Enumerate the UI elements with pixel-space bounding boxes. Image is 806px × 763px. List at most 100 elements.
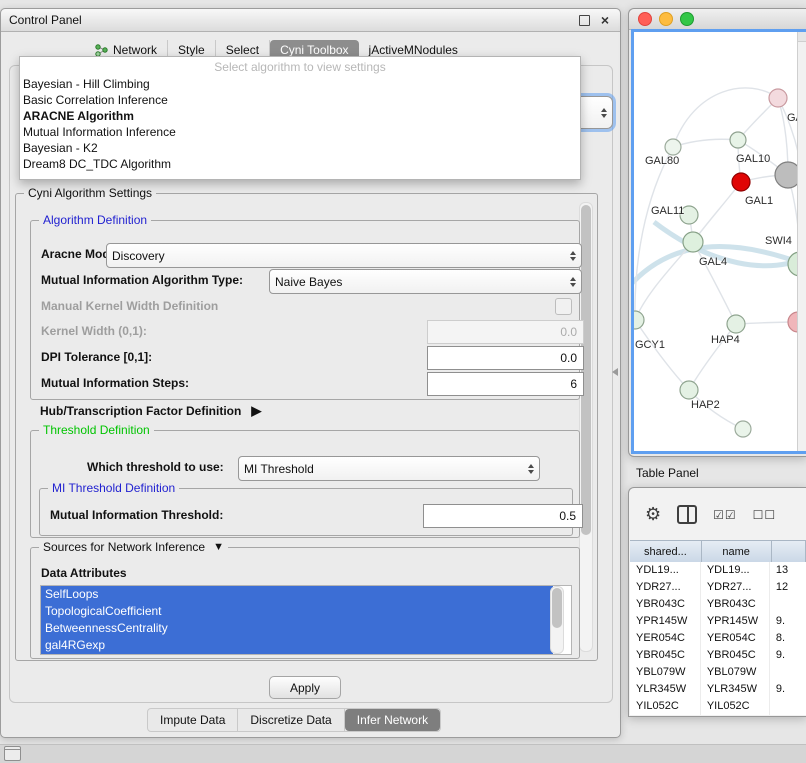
attributes-scrollbar-thumb[interactable] — [552, 588, 562, 628]
column-header-shared-name[interactable]: shared... — [630, 541, 702, 563]
menu-item[interactable]: Bayesian - Hill Climbing — [20, 76, 580, 92]
menu-item[interactable]: Basic Correlation Inference — [20, 92, 580, 108]
attributes-scrollbar[interactable] — [550, 586, 564, 654]
bottom-scroll-strip[interactable] — [0, 744, 806, 763]
tab-infer-network[interactable]: Infer Network — [345, 709, 440, 731]
cell: YBR045C — [701, 647, 770, 664]
deselect-all-checkboxes-icon[interactable]: ☐☐ — [753, 508, 777, 522]
cell — [770, 664, 806, 681]
attribute-item-selected[interactable]: SelfLoops — [41, 586, 553, 603]
splitter-collapse-handle[interactable] — [612, 368, 618, 376]
menu-item-selected[interactable]: ARACNE Algorithm — [20, 108, 580, 124]
cyni-mode-tabs: Impute Data Discretize Data Infer Networ… — [147, 708, 441, 732]
cell: YDR27... — [630, 579, 701, 596]
table-row[interactable]: YDL19... YDL19... 13 — [630, 562, 806, 579]
network-view-window: GAL80 GAL10 GAL11 GAL1 SWI4 GAL4 GCY1 HA… — [628, 8, 806, 457]
kernel-width-field[interactable]: 0.0 — [427, 320, 584, 344]
table-panel-title: Table Panel — [636, 466, 699, 480]
settings-scrollbar-thumb[interactable] — [581, 205, 591, 535]
minimized-panel-icon[interactable] — [4, 746, 21, 761]
table-row[interactable]: YPR145W YPR145W 9. — [630, 613, 806, 630]
combo-arrows-icon — [564, 251, 576, 261]
cell: YPR145W — [630, 613, 701, 630]
dpi-tolerance-field[interactable]: 0.0 — [427, 346, 584, 370]
attribute-item-selected[interactable]: BetweennessCentrality — [41, 620, 553, 637]
network-node[interactable] — [735, 421, 751, 437]
network-node[interactable] — [683, 232, 703, 252]
algorithm-definition-group: Algorithm Definition Aracne Mode: Discov… — [30, 220, 580, 400]
network-node[interactable] — [634, 311, 644, 329]
mi-steps-field[interactable]: 6 — [427, 372, 584, 396]
table-row[interactable]: YBR043C YBR043C — [630, 596, 806, 613]
network-node-highlighted[interactable] — [732, 173, 750, 191]
tab-label: Cyni Toolbox — [280, 43, 348, 57]
hub-tf-section-toggle[interactable]: Hub/Transcription Factor Definition ▶ — [40, 403, 261, 419]
cell: YER054C — [701, 630, 770, 647]
column-header-name[interactable]: name — [702, 541, 772, 563]
close-button[interactable] — [638, 12, 652, 26]
menu-item[interactable]: Bayesian - K2 — [20, 140, 580, 156]
network-canvas[interactable]: GAL80 GAL10 GAL11 GAL1 SWI4 GAL4 GCY1 HA… — [631, 29, 806, 454]
columns-icon[interactable] — [677, 505, 697, 524]
group-title: Cyni Algorithm Settings — [24, 186, 156, 200]
table-row[interactable]: YBL079W YBL079W — [630, 664, 806, 681]
cell: 9. — [770, 613, 806, 630]
float-window-button[interactable] — [577, 13, 591, 27]
table-row[interactable]: YLR345W YLR345W 9. — [630, 681, 806, 698]
node-label: GAL10 — [736, 153, 770, 165]
cell: YDR27... — [701, 579, 770, 596]
network-node[interactable] — [727, 315, 745, 333]
mi-threshold-definition-group: MI Threshold Definition Mutual Informati… — [39, 488, 573, 536]
menu-item[interactable]: Mutual Information Inference — [20, 124, 580, 140]
attribute-item-selected[interactable]: TopologicalCoefficient — [41, 603, 553, 620]
node-label: GCY1 — [635, 339, 665, 351]
combo-arrows-icon — [522, 464, 534, 474]
column-header-cut[interactable] — [772, 541, 806, 563]
cyni-algorithm-settings-group: Cyni Algorithm Settings Algorithm Defini… — [15, 193, 598, 661]
sources-title: Sources for Network Inference — [43, 540, 205, 554]
manual-kernel-label: Manual Kernel Width Definition — [41, 299, 218, 313]
table-panel-window: ⚙ ☑☑ ☐☐ shared... name YDL19... YDL19...… — [628, 487, 806, 717]
cell: 9. — [770, 647, 806, 664]
gear-icon[interactable]: ⚙ — [645, 504, 661, 525]
mi-type-combo[interactable]: Naive Bayes — [269, 269, 582, 294]
select-all-checkboxes-icon[interactable]: ☑☑ — [713, 508, 737, 522]
network-scrollbar[interactable] — [797, 32, 806, 451]
tab-discretize-data[interactable]: Discretize Data — [238, 709, 344, 731]
minimize-button[interactable] — [659, 12, 673, 26]
network-node[interactable] — [680, 381, 698, 399]
table-toolbar: ⚙ ☑☑ ☐☐ — [645, 504, 776, 525]
cell: 8. — [770, 630, 806, 647]
attributes-list: SelfLoops TopologicalCoefficient Between… — [40, 585, 572, 655]
cell: YIL052C — [630, 698, 701, 715]
table-row[interactable]: YDR27... YDR27... 12 — [630, 579, 806, 596]
table-row[interactable]: YER054C YER054C 8. — [630, 630, 806, 647]
table-row[interactable]: YBR045C YBR045C 9. — [630, 647, 806, 664]
combo-arrows-icon — [595, 108, 607, 118]
cell: YDL19... — [701, 562, 770, 579]
table-row[interactable]: YIL052C YIL052C — [630, 698, 806, 715]
network-node[interactable] — [769, 89, 787, 107]
attribute-item-selected[interactable]: gal4RGexp — [41, 637, 553, 654]
cell: YLR345W — [701, 681, 770, 698]
group-title: Threshold Definition — [39, 423, 154, 437]
menu-item[interactable]: Dream8 DC_TDC Algorithm — [20, 156, 580, 172]
aracne-mode-combo[interactable]: Discovery — [106, 243, 582, 268]
apply-button[interactable]: Apply — [269, 676, 341, 699]
network-node[interactable] — [730, 132, 746, 148]
network-node[interactable] — [665, 139, 681, 155]
network-window-titlebar — [629, 9, 806, 30]
scroll-up-arrow[interactable] — [798, 32, 806, 42]
sources-section-toggle[interactable]: Sources for Network Inference ▼ — [39, 540, 228, 554]
cell: YDL19... — [630, 562, 701, 579]
node-label: SWI4 — [765, 235, 792, 247]
tab-impute-data[interactable]: Impute Data — [148, 709, 238, 731]
node-label: GAL4 — [699, 256, 727, 268]
tab-label: jActiveMNodules — [369, 43, 458, 57]
mi-threshold-field[interactable]: 0.5 — [423, 504, 583, 528]
close-panel-button[interactable]: × — [598, 13, 612, 27]
zoom-button[interactable] — [680, 12, 694, 26]
field-value: 0.5 — [559, 509, 576, 523]
which-threshold-combo[interactable]: MI Threshold — [238, 456, 540, 481]
manual-kernel-checkbox[interactable] — [555, 298, 572, 315]
